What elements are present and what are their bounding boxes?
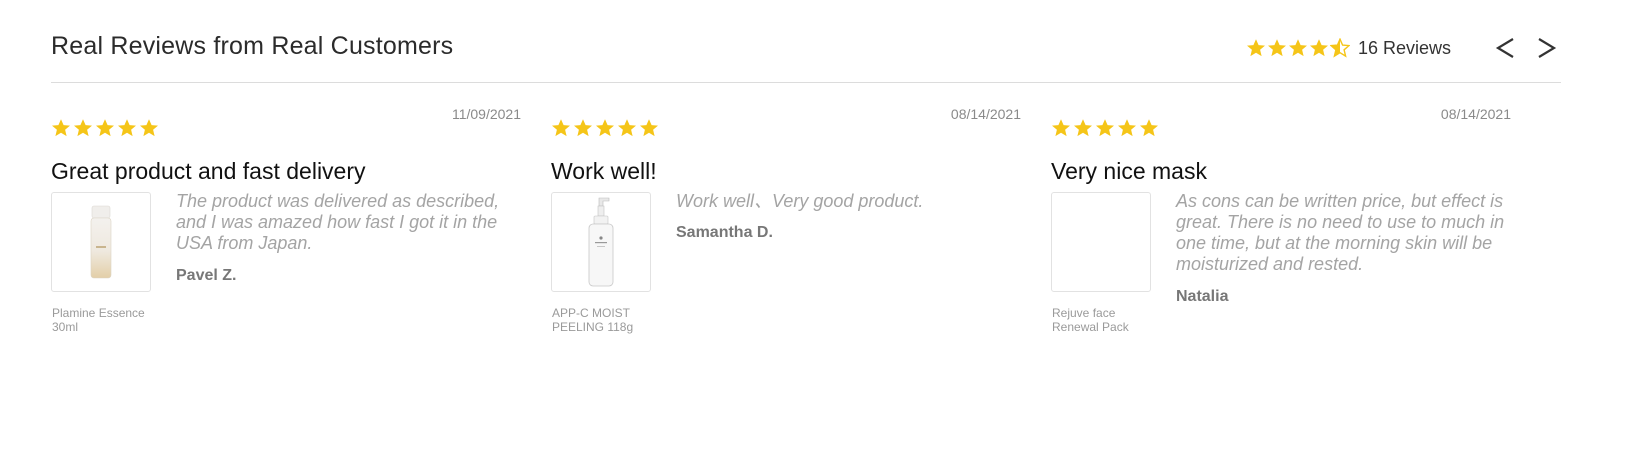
star-icon	[573, 118, 593, 138]
review-text: The product was delivered as described, …	[176, 191, 500, 253]
summary-stars	[1246, 38, 1350, 58]
review-date: 08/14/2021	[1440, 106, 1511, 122]
star-icon	[1051, 118, 1071, 138]
star-icon	[617, 118, 637, 138]
product-thumbnail[interactable]	[551, 192, 651, 292]
rating-summary: 16 Reviews	[1246, 30, 1561, 66]
star-icon	[73, 118, 93, 138]
star-icon	[117, 118, 137, 138]
review-date: 08/14/2021	[950, 106, 1021, 122]
product-name[interactable]: APP-C MOIST PEELING 118g	[552, 306, 662, 334]
star-icon	[551, 118, 571, 138]
review-author: Samantha D.	[676, 224, 773, 241]
essence-bottle-image	[90, 205, 112, 279]
review-stars	[1051, 118, 1159, 138]
chevron-left-icon	[1495, 38, 1514, 58]
page-title: Real Reviews from Real Customers	[51, 32, 454, 60]
star-icon	[1073, 118, 1093, 138]
star-icon	[95, 118, 115, 138]
previous-button[interactable]	[1491, 30, 1519, 66]
star-icon	[1117, 118, 1137, 138]
star-icon	[595, 118, 615, 138]
star-icon	[1246, 38, 1266, 58]
review-author: Pavel Z.	[176, 267, 237, 284]
product-name[interactable]: Plamine Essence 30ml	[52, 306, 162, 334]
star-icon	[1309, 38, 1329, 58]
review-title: Work well!	[551, 158, 657, 184]
chevron-right-icon	[1538, 38, 1557, 58]
review-count[interactable]: 16 Reviews	[1358, 38, 1451, 59]
review-title: Great product and fast delivery	[51, 158, 366, 184]
star-icon	[1288, 38, 1308, 58]
review-text: As cons can be written price, but effect…	[1176, 191, 1505, 274]
star-icon	[139, 118, 159, 138]
review-card: 11/09/2021 Great product and fast delive…	[51, 106, 521, 356]
review-stars	[551, 118, 659, 138]
star-icon	[1095, 118, 1115, 138]
product-thumbnail[interactable]	[51, 192, 151, 292]
review-card: 08/14/2021 Very nice mask Rejuve face Re…	[1051, 106, 1521, 356]
review-text: Work well、Very good product.	[676, 191, 924, 211]
review-author: Natalia	[1176, 288, 1229, 305]
review-card: 08/14/2021 Work well! APP-C MOIST PEELIN…	[551, 106, 1021, 356]
review-stars	[51, 118, 159, 138]
review-title: Very nice mask	[1051, 158, 1207, 184]
product-thumbnail[interactable]	[1051, 192, 1151, 292]
half-star-icon	[1330, 38, 1350, 58]
star-icon	[51, 118, 71, 138]
star-icon	[1139, 118, 1159, 138]
reviews-header: Real Reviews from Real Customers 16 Revi…	[51, 28, 1561, 83]
next-button[interactable]	[1533, 30, 1561, 66]
pump-bottle-image	[588, 197, 614, 287]
star-icon	[639, 118, 659, 138]
star-icon	[1267, 38, 1287, 58]
product-name[interactable]: Rejuve face Renewal Pack	[1052, 306, 1162, 334]
review-date: 11/09/2021	[451, 106, 521, 122]
